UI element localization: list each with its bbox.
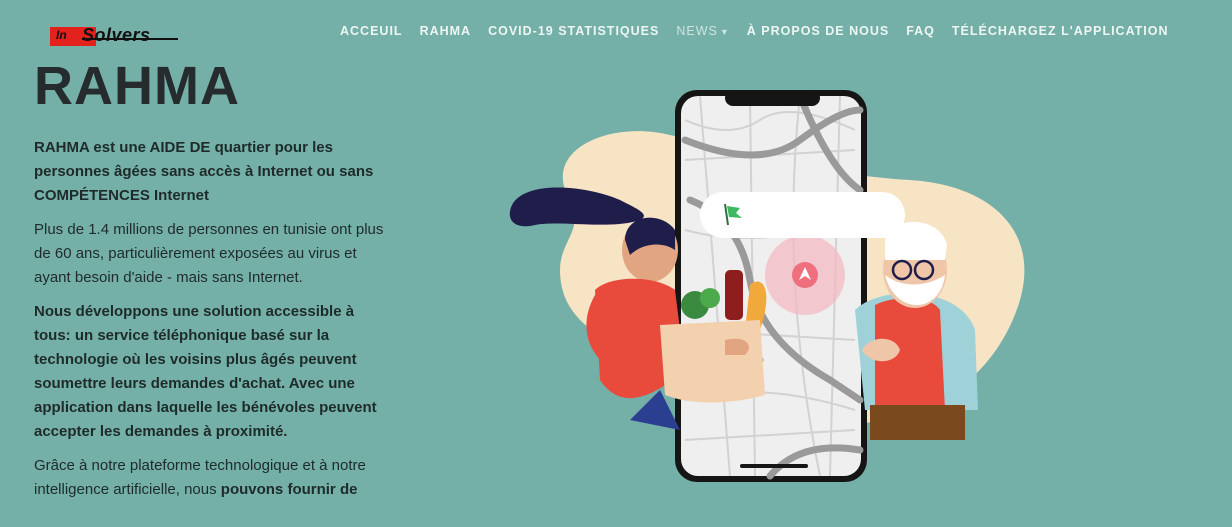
intro-paragraph-1: RAHMA est une AIDE DE quartier pour les … [34,139,374,204]
smartphone [675,90,867,482]
logo-prefix: In [56,28,67,42]
brand-logo[interactable]: In Solvers [50,25,180,47]
main-nav: ACCEUIL RAHMA COVID-19 STATISTIQUES NEWS… [340,24,1186,38]
home-indicator [740,464,808,468]
intro-paragraph-4: Grâce à notre plateforme technologique e… [34,454,394,502]
phone-notch [725,90,820,106]
intro-text: RAHMA est une AIDE DE quartier pour les … [34,136,394,512]
intro-paragraph-4-bold: pouvons fournir de [220,481,358,498]
nav-faq[interactable]: FAQ [906,24,935,38]
nav-download-app[interactable]: TÉLÉCHARGEZ L'APPLICATION [952,24,1169,38]
nav-rahma[interactable]: RAHMA [420,24,472,38]
intro-paragraph-3: Nous développons une solution accessible… [34,303,377,440]
nav-about[interactable]: À PROPOS DE NOUS [747,24,889,38]
page-title: RAHMA [34,56,240,116]
caret-down-icon: ▼ [719,27,730,37]
nav-accueil[interactable]: ACCEUIL [340,24,403,38]
logo-name: Solvers [82,25,151,45]
hero-illustration [509,90,1025,482]
nav-news-dropdown[interactable]: NEWS ▼ [676,24,729,38]
woman-volunteer [509,187,685,430]
nav-covid-stats[interactable]: COVID-19 STATISTIQUES [488,24,659,38]
intro-paragraph-2: Plus de 1.4 millions de personnes en tun… [34,221,384,286]
nav-news-label: NEWS [676,24,718,38]
